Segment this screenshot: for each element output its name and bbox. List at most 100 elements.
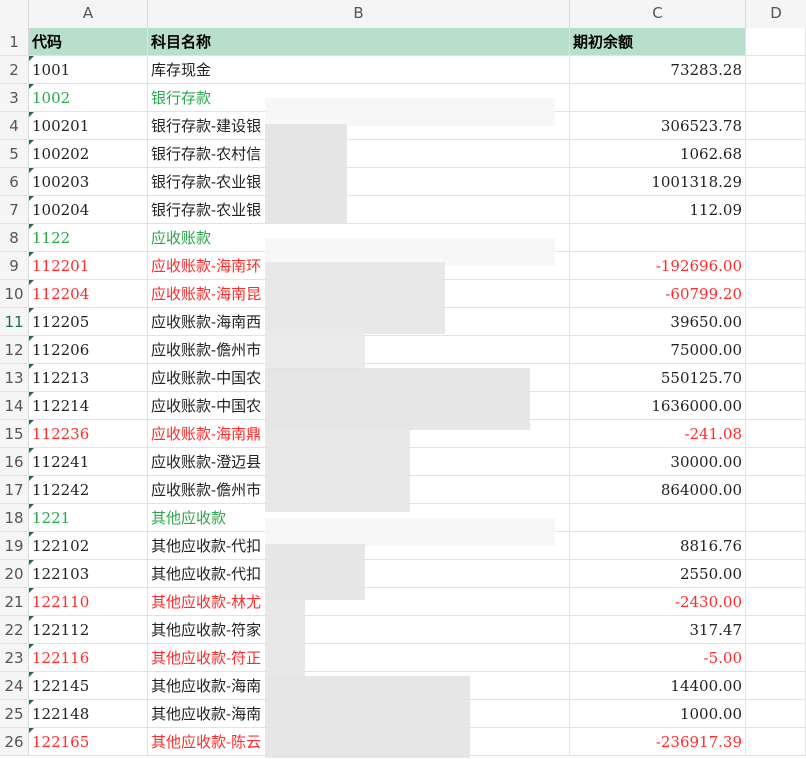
cell-balance[interactable]: -60799.20: [570, 280, 746, 308]
cell-d[interactable]: [746, 308, 806, 336]
row-header[interactable]: 14: [0, 392, 29, 420]
column-header-b[interactable]: B: [148, 0, 570, 28]
row-header[interactable]: 6: [0, 168, 29, 196]
cell-balance[interactable]: -236917.39: [570, 728, 746, 756]
row-header[interactable]: 19: [0, 532, 29, 560]
cell-name[interactable]: 银行存款-农业银: [148, 196, 570, 224]
cell-code[interactable]: 122102: [29, 532, 148, 560]
cell-balance[interactable]: 1636000.00: [570, 392, 746, 420]
row-header[interactable]: 3: [0, 84, 29, 112]
cell-d[interactable]: [746, 560, 806, 588]
cell-code[interactable]: 122165: [29, 728, 148, 756]
row-header[interactable]: 22: [0, 616, 29, 644]
cell-name[interactable]: 银行存款-农村信: [148, 140, 570, 168]
cell-balance[interactable]: 306523.78: [570, 112, 746, 140]
row-header[interactable]: 23: [0, 644, 29, 672]
cell-d[interactable]: [746, 28, 806, 56]
column-header-a[interactable]: A: [29, 0, 148, 28]
select-all-corner[interactable]: [0, 0, 29, 28]
row-header[interactable]: 24: [0, 672, 29, 700]
cell-d[interactable]: [746, 84, 806, 112]
cell-balance[interactable]: -5.00: [570, 644, 746, 672]
cell-d[interactable]: [746, 700, 806, 728]
row-header[interactable]: 18: [0, 504, 29, 532]
cell-balance[interactable]: 30000.00: [570, 448, 746, 476]
cell-d[interactable]: [746, 448, 806, 476]
cell-balance[interactable]: 73283.28: [570, 56, 746, 84]
cell-code[interactable]: 112213: [29, 364, 148, 392]
cell-name[interactable]: 其他应收款-符正: [148, 644, 570, 672]
cell-code[interactable]: 1002: [29, 84, 148, 112]
column-header-d[interactable]: D: [746, 0, 806, 28]
cell-code[interactable]: 112206: [29, 336, 148, 364]
cell-balance[interactable]: 39650.00: [570, 308, 746, 336]
cell-d[interactable]: [746, 644, 806, 672]
cell-balance[interactable]: 8816.76: [570, 532, 746, 560]
column-header-c[interactable]: C: [570, 0, 746, 28]
row-header[interactable]: 8: [0, 224, 29, 252]
cell-code[interactable]: 100202: [29, 140, 148, 168]
cell-name[interactable]: 库存现金: [148, 56, 570, 84]
cell-code[interactable]: 122148: [29, 700, 148, 728]
cell-code[interactable]: 112241: [29, 448, 148, 476]
cell-d[interactable]: [746, 476, 806, 504]
row-header[interactable]: 4: [0, 112, 29, 140]
row-header[interactable]: 21: [0, 588, 29, 616]
cell-balance[interactable]: [570, 84, 746, 112]
cell-d[interactable]: [746, 532, 806, 560]
cell-code[interactable]: 122112: [29, 616, 148, 644]
cell-balance[interactable]: 317.47: [570, 616, 746, 644]
cell-name[interactable]: 银行存款-农业银: [148, 168, 570, 196]
row-header[interactable]: 17: [0, 476, 29, 504]
row-header[interactable]: 11: [0, 308, 29, 336]
cell-code[interactable]: 100203: [29, 168, 148, 196]
cell-balance[interactable]: 1000.00: [570, 700, 746, 728]
cell-code[interactable]: 112236: [29, 420, 148, 448]
cell-d[interactable]: [746, 336, 806, 364]
cell-balance[interactable]: 1062.68: [570, 140, 746, 168]
header-cell-balance[interactable]: 期初余额: [570, 28, 746, 56]
cell-balance[interactable]: -241.08: [570, 420, 746, 448]
cell-code[interactable]: 112201: [29, 252, 148, 280]
cell-code[interactable]: 112214: [29, 392, 148, 420]
cell-d[interactable]: [746, 504, 806, 532]
header-cell-code[interactable]: 代码: [29, 28, 148, 56]
cell-code[interactable]: 122110: [29, 588, 148, 616]
cell-d[interactable]: [746, 364, 806, 392]
row-header[interactable]: 15: [0, 420, 29, 448]
cell-balance[interactable]: 864000.00: [570, 476, 746, 504]
cell-balance[interactable]: 75000.00: [570, 336, 746, 364]
cell-d[interactable]: [746, 56, 806, 84]
cell-balance[interactable]: 1001318.29: [570, 168, 746, 196]
cell-d[interactable]: [746, 224, 806, 252]
cell-code[interactable]: 112242: [29, 476, 148, 504]
cell-d[interactable]: [746, 196, 806, 224]
cell-code[interactable]: 112205: [29, 308, 148, 336]
cell-code[interactable]: 100201: [29, 112, 148, 140]
cell-d[interactable]: [746, 616, 806, 644]
header-cell-name[interactable]: 科目名称: [148, 28, 570, 56]
row-header[interactable]: 26: [0, 728, 29, 756]
cell-balance[interactable]: [570, 224, 746, 252]
cell-balance[interactable]: 112.09: [570, 196, 746, 224]
row-header[interactable]: 9: [0, 252, 29, 280]
cell-d[interactable]: [746, 672, 806, 700]
cell-d[interactable]: [746, 420, 806, 448]
cell-balance[interactable]: -192696.00: [570, 252, 746, 280]
row-header[interactable]: 1: [0, 28, 29, 56]
cell-d[interactable]: [746, 392, 806, 420]
row-header[interactable]: 7: [0, 196, 29, 224]
row-header[interactable]: 12: [0, 336, 29, 364]
row-header[interactable]: 5: [0, 140, 29, 168]
cell-balance[interactable]: [570, 504, 746, 532]
cell-balance[interactable]: -2430.00: [570, 588, 746, 616]
cell-code[interactable]: 1221: [29, 504, 148, 532]
cell-d[interactable]: [746, 112, 806, 140]
cell-code[interactable]: 122116: [29, 644, 148, 672]
cell-code[interactable]: 122103: [29, 560, 148, 588]
cell-code[interactable]: 1001: [29, 56, 148, 84]
cell-code[interactable]: 122145: [29, 672, 148, 700]
cell-code[interactable]: 100204: [29, 196, 148, 224]
cell-d[interactable]: [746, 280, 806, 308]
row-header[interactable]: 20: [0, 560, 29, 588]
